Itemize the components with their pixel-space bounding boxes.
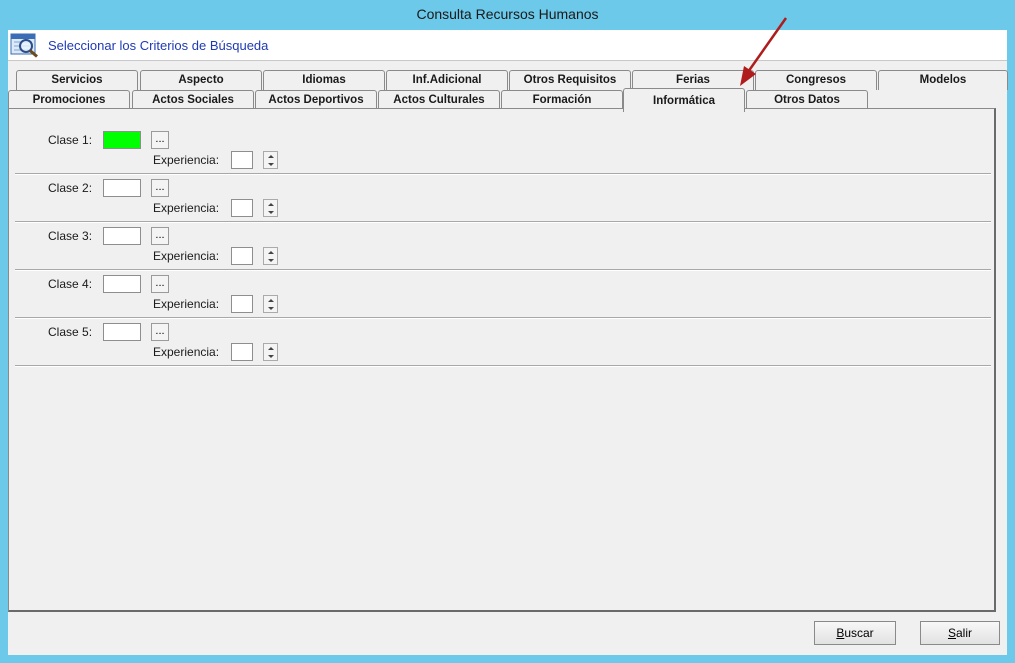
experience-label: Experiencia: [153,345,220,359]
experience-label: Experiencia: [153,153,220,167]
experience-label: Experiencia: [153,249,220,263]
experience-input-2[interactable] [231,199,253,217]
class-input-4[interactable] [103,275,141,293]
row-separator [15,317,991,319]
spin-down-icon[interactable] [268,211,274,214]
experience-spinner-5[interactable] [263,343,278,361]
exit-button[interactable]: Salir [920,621,1000,645]
class-input-3[interactable] [103,227,141,245]
tab-promociones[interactable]: Promociones [8,90,130,110]
spin-up-icon[interactable] [268,299,274,302]
row-separator [15,173,991,175]
annotation-arrow [740,17,788,86]
class-label: Clase 2: [48,181,93,195]
tab-panel-informatica: Clase 1:... Experiencia: Clase 2:... Experi… [8,108,996,612]
tab-aspecto[interactable]: Aspecto [140,70,262,90]
spin-down-icon[interactable] [268,307,274,310]
experience-input-5[interactable] [231,343,253,361]
experience-label: Experiencia: [153,201,220,215]
class-label: Clase 3: [48,229,93,243]
spin-up-icon[interactable] [268,203,274,206]
row-separator [15,365,991,367]
experience-input-1[interactable] [231,151,253,169]
tab-servicios[interactable]: Servicios [16,70,138,90]
spin-up-icon[interactable] [268,347,274,350]
browse-button-4[interactable]: ... [151,275,169,293]
experience-spinner-4[interactable] [263,295,278,313]
experience-spinner-3[interactable] [263,247,278,265]
search-calendar-icon [10,33,38,58]
tab-actos-deportivos[interactable]: Actos Deportivos [255,90,377,110]
class-input-5[interactable] [103,323,141,341]
browse-button-5[interactable]: ... [151,323,169,341]
class-input-1[interactable] [103,131,141,149]
tab-inf-adicional[interactable]: Inf.Adicional [386,70,508,90]
tab-actos-sociales[interactable]: Actos Sociales [132,90,254,110]
exit-button-label: alir [956,626,973,640]
tab-idiomas[interactable]: Idiomas [263,70,385,90]
tab-informatica[interactable]: Informática [623,88,745,112]
spin-up-icon[interactable] [268,155,274,158]
class-input-2[interactable] [103,179,141,197]
experience-input-3[interactable] [231,247,253,265]
tab-modelos[interactable]: Modelos [878,70,1008,90]
tab-formacion[interactable]: Formación [501,90,623,110]
class-label: Clase 1: [48,133,93,147]
browse-button-3[interactable]: ... [151,227,169,245]
tab-otros-requisitos[interactable]: Otros Requisitos [509,70,631,90]
experience-label: Experiencia: [153,297,220,311]
browse-button-1[interactable]: ... [151,131,169,149]
tab-actos-culturales[interactable]: Actos Culturales [378,90,500,110]
experience-input-4[interactable] [231,295,253,313]
browse-button-2[interactable]: ... [151,179,169,197]
spin-down-icon[interactable] [268,259,274,262]
app-window: Consulta Recursos Humanos Seleccionar lo… [0,0,1015,663]
row-separator [15,221,991,223]
exit-button-mnemonic: S [947,626,956,640]
spin-up-icon[interactable] [268,251,274,254]
client-area: Seleccionar los Criterios de Búsqueda Se… [8,30,1008,655]
header-title: Seleccionar los Criterios de Búsqueda [48,38,269,53]
header-band: Seleccionar los Criterios de Búsqueda [8,30,1007,61]
class-label: Clase 5: [48,325,93,339]
search-button-label: uscar [844,626,874,640]
experience-spinner-1[interactable] [263,151,278,169]
class-label: Clase 4: [48,277,93,291]
spin-down-icon[interactable] [268,163,274,166]
row-separator [15,269,991,271]
spin-down-icon[interactable] [268,355,274,358]
experience-spinner-2[interactable] [263,199,278,217]
window-title: Consulta Recursos Humanos [416,6,599,22]
search-button[interactable]: Buscar [814,621,896,645]
